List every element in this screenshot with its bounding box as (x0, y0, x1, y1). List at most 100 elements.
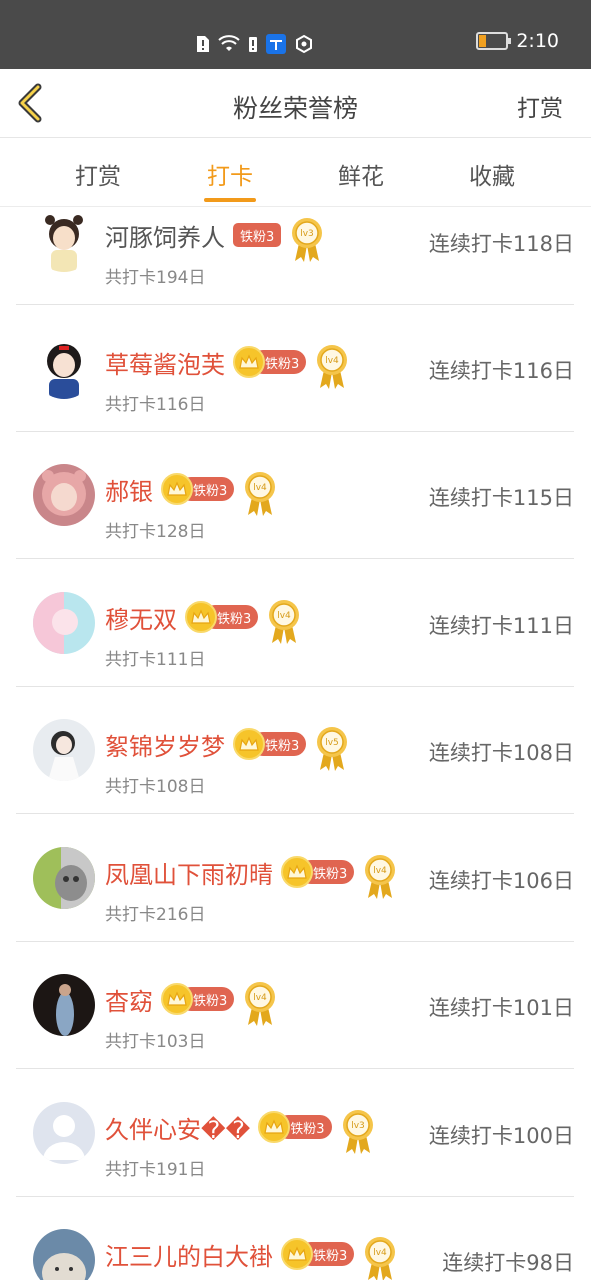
level-medal-icon: lv4 (365, 1237, 396, 1280)
user-name[interactable]: 凤凰山下雨初晴 (105, 855, 273, 890)
tab-bar: 打赏 打卡 鲜花 收藏 (0, 139, 591, 207)
svg-text:lv3: lv3 (301, 229, 315, 239)
name-line: 久伴心安�� 铁粉3 lv3 (105, 1103, 376, 1154)
user-name[interactable]: 郝银 (105, 472, 153, 507)
user-name[interactable]: 穆无双 (105, 600, 177, 635)
avatar[interactable] (33, 847, 95, 909)
streak-checkin-days: 连续打卡111日 (428, 614, 574, 638)
status-icons (196, 32, 314, 56)
level-medal-icon: lv5 (317, 727, 348, 771)
crown-icon (239, 736, 259, 751)
wifi-icon (218, 35, 240, 51)
avatar[interactable] (33, 974, 95, 1036)
name-line: 河豚饲养人 铁粉3 lv3 (105, 211, 325, 262)
tab-reward[interactable]: 打赏 (58, 157, 138, 191)
status-time: 2:10 (516, 30, 559, 52)
user-name[interactable]: 江三儿的白大褂 (105, 1237, 273, 1272)
svg-text:lv4: lv4 (254, 993, 268, 1003)
crown-icon (167, 991, 187, 1006)
total-checkin-days: 共打卡194日 (105, 268, 206, 288)
svg-text:lv5: lv5 (326, 738, 340, 748)
avatar[interactable] (33, 210, 95, 272)
battery-alert-icon (249, 37, 257, 52)
crown-badge (233, 728, 265, 760)
streak-checkin-days: 连续打卡108日 (428, 741, 574, 765)
total-checkin-days: 共打卡128日 (105, 522, 206, 542)
crown-icon (191, 609, 211, 624)
avatar[interactable] (33, 1102, 95, 1164)
svg-text:lv4: lv4 (374, 1248, 388, 1258)
total-checkin-days: 共打卡111日 (105, 650, 206, 670)
svg-text:lv4: lv4 (278, 611, 292, 621)
user-name[interactable]: 絮锦岁岁梦 (105, 727, 225, 762)
level-medal-icon: lv4 (317, 345, 348, 389)
status-bar: 2:10 (0, 0, 591, 69)
crown-icon (239, 354, 259, 369)
level-medal-icon: lv3 (342, 1110, 373, 1154)
level-medal-icon: lv4 (365, 855, 396, 899)
crown-badge (258, 1111, 291, 1143)
name-line: 穆无双 铁粉3 lv4 (105, 593, 302, 644)
level-medal-icon: lv4 (245, 472, 276, 516)
battery-icon (476, 32, 512, 50)
checkin-ranking-list: 河豚饲养人 铁粉3 lv3 共打卡194日 连续打卡118日 草莓酱泡芙 铁粉3 lv4 共打卡… (0, 180, 591, 1280)
svg-text:lv3: lv3 (351, 1121, 365, 1131)
streak-checkin-days: 连续打卡100日 (428, 1124, 574, 1148)
page-title: 粉丝荣誉榜 (232, 94, 358, 123)
total-checkin-days: 共打卡103日 (105, 1032, 206, 1052)
crown-icon (287, 864, 307, 879)
total-checkin-days: 共打卡116日 (105, 395, 206, 415)
user-name[interactable]: 久伴心安�� (105, 1110, 250, 1145)
streak-checkin-days: 连续打卡116日 (428, 359, 574, 383)
settings-hex-icon (296, 34, 312, 54)
streak-checkin-days: 连续打卡118日 (428, 232, 574, 256)
ranking-row[interactable]: 郝银 铁粉3 lv4 共打卡128日 连续打卡115日 (16, 432, 574, 559)
user-name[interactable]: 河豚饲养人 (105, 218, 225, 253)
name-line: 杳窈 铁粉3 lv4 (105, 975, 278, 1026)
ranking-row[interactable]: 穆无双 铁粉3 lv4 共打卡111日 连续打卡111日 (16, 560, 574, 687)
crown-badge (233, 346, 265, 378)
avatar[interactable] (33, 719, 95, 781)
tab-favorites[interactable]: 收藏 (452, 157, 532, 191)
tab-flowers[interactable]: 鲜花 (321, 157, 401, 191)
ranking-row[interactable]: 杳窈 铁粉3 lv4 共打卡103日 连续打卡101日 (16, 942, 574, 1069)
total-checkin-days: 共打卡216日 (105, 905, 206, 925)
tab-checkin[interactable]: 打卡 (190, 157, 270, 191)
fan-level-badge: 铁粉3 (233, 223, 282, 247)
name-line: 凤凰山下雨初晴 铁粉3 lv4 (105, 848, 398, 899)
total-checkin-days: 共打卡108日 (105, 777, 206, 797)
crown-badge (185, 601, 217, 633)
reward-button[interactable]: 打赏 (517, 89, 563, 123)
avatar[interactable] (33, 337, 95, 399)
ranking-row[interactable]: 絮锦岁岁梦 铁粉3 lv5 共打卡108日 连续打卡108日 (16, 687, 574, 814)
crown-icon (287, 1246, 307, 1261)
user-name[interactable]: 杳窈 (105, 982, 153, 1017)
avatar[interactable] (33, 1229, 95, 1280)
avatar[interactable] (33, 464, 95, 526)
level-medal-icon: lv4 (269, 600, 300, 644)
crown-badge (161, 473, 193, 505)
ranking-row[interactable]: 江三儿的白大褂 铁粉3 lv4 连续打卡98日 (16, 1197, 574, 1280)
crown-icon (264, 1119, 284, 1134)
svg-text:lv4: lv4 (374, 866, 388, 876)
user-name[interactable]: 草莓酱泡芙 (105, 345, 225, 380)
ranking-row[interactable]: 久伴心安�� 铁粉3 lv3 共打卡191日 连续打卡100日 (16, 1070, 574, 1197)
streak-checkin-days: 连续打卡106日 (428, 869, 574, 893)
crown-icon (167, 481, 187, 496)
total-checkin-days: 共打卡191日 (105, 1160, 206, 1180)
sim-alert-icon (197, 36, 209, 52)
name-line: 絮锦岁岁梦 铁粉3 lv5 (105, 720, 350, 771)
crown-badge (161, 983, 193, 1015)
ranking-row[interactable]: 草莓酱泡芙 铁粉3 lv4 共打卡116日 连续打卡116日 (16, 305, 574, 432)
name-line: 草莓酱泡芙 铁粉3 lv4 (105, 338, 350, 389)
crown-badge (281, 856, 313, 888)
active-tab-indicator (204, 198, 256, 202)
name-line: 郝银 铁粉3 lv4 (105, 465, 278, 516)
zhihu-app-icon (266, 34, 286, 54)
streak-checkin-days: 连续打卡101日 (428, 996, 574, 1020)
avatar[interactable] (33, 592, 95, 654)
ranking-row[interactable]: 凤凰山下雨初晴 铁粉3 lv4 共打卡216日 连续打卡106日 (16, 815, 574, 942)
streak-checkin-days: 连续打卡115日 (428, 486, 574, 510)
nav-bar: 粉丝荣誉榜 打赏 (0, 69, 591, 138)
svg-text:lv4: lv4 (326, 356, 340, 366)
